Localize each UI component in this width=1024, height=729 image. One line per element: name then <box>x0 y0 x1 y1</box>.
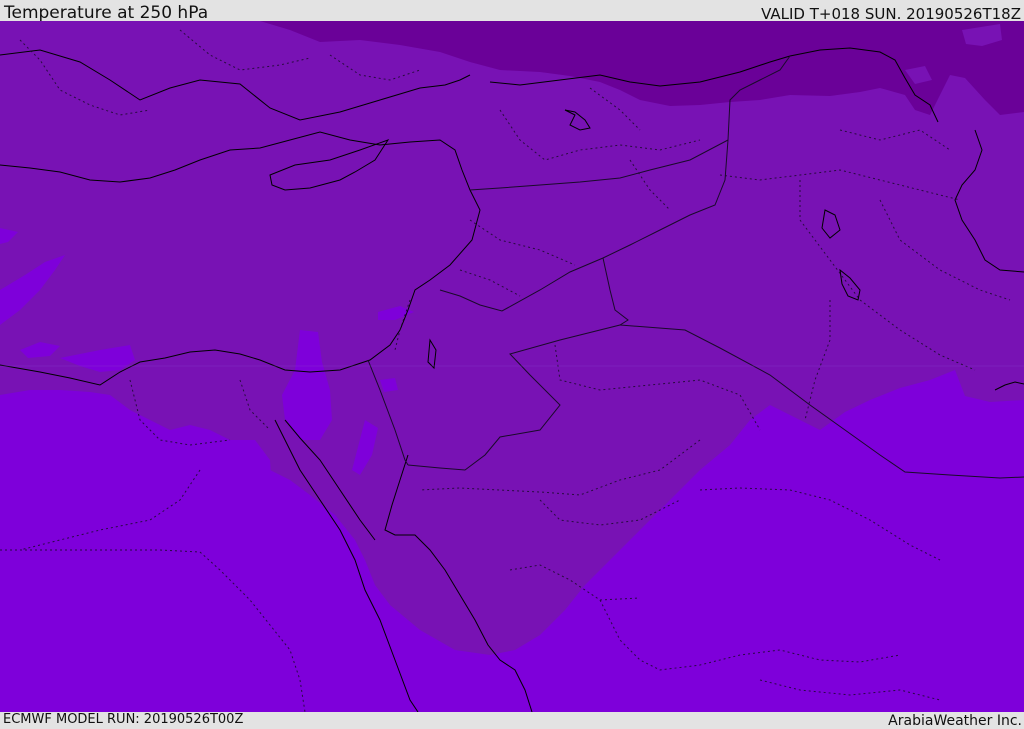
temperature-map[interactable] <box>0 21 1024 712</box>
footer-bar: ECMWF MODEL RUN: 20190526T00Z ArabiaWeat… <box>0 712 1024 729</box>
header-bar: Temperature at 250 hPa VALID T+018 SUN. … <box>0 0 1024 23</box>
model-run-label: ECMWF MODEL RUN: 20190526T00Z <box>3 712 244 727</box>
map-title: Temperature at 250 hPa <box>4 3 209 23</box>
credit-label: ArabiaWeather Inc. <box>888 713 1022 729</box>
